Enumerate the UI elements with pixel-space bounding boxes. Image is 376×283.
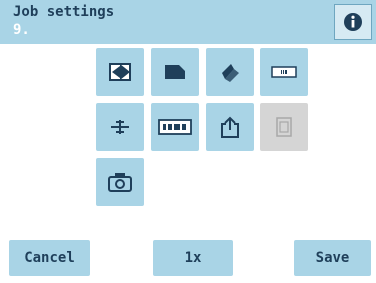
separation-tile[interactable] bbox=[96, 103, 144, 151]
barcode-tile[interactable] bbox=[260, 48, 308, 96]
insert-tile bbox=[260, 103, 308, 151]
save-button[interactable]: Save bbox=[294, 240, 371, 276]
header-bar: Job settings 9. bbox=[0, 0, 376, 44]
info-icon bbox=[344, 13, 362, 31]
camera-icon bbox=[108, 173, 132, 192]
double-feed-icon bbox=[109, 63, 131, 81]
camera-tile[interactable] bbox=[96, 158, 144, 206]
envelope-icon bbox=[165, 65, 185, 79]
fold-icon bbox=[222, 64, 239, 82]
job-number: 9. bbox=[13, 22, 30, 38]
fold-tile[interactable] bbox=[206, 48, 254, 96]
export-tile[interactable] bbox=[206, 103, 254, 151]
double-feed-tile[interactable] bbox=[96, 48, 144, 96]
page-title: Job settings bbox=[13, 4, 115, 20]
name-label-icon bbox=[158, 119, 192, 135]
name-label-tile[interactable] bbox=[151, 103, 199, 151]
count-button[interactable]: 1x bbox=[153, 240, 233, 276]
barcode-reading-icon bbox=[271, 66, 297, 78]
separation-icon bbox=[111, 120, 129, 134]
export-icon bbox=[221, 116, 239, 138]
info-button[interactable] bbox=[334, 4, 372, 40]
cancel-button[interactable]: Cancel bbox=[9, 240, 90, 276]
envelope-tile[interactable] bbox=[151, 48, 199, 96]
insert-icon bbox=[276, 117, 292, 137]
